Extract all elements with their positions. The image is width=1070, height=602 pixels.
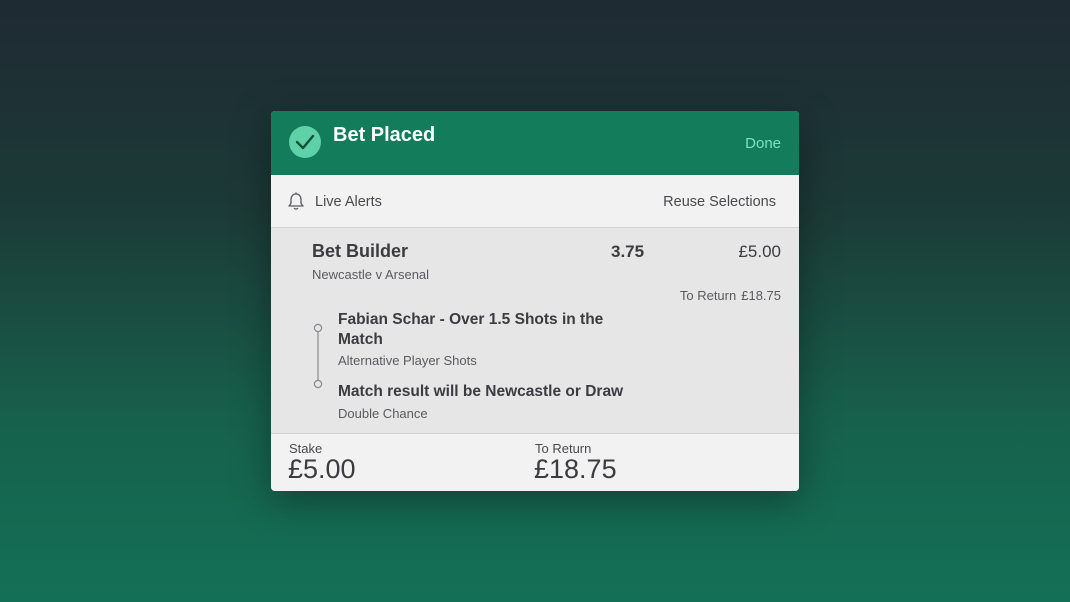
reuse-selections-button[interactable]: Reuse Selections (663, 194, 776, 210)
selection-timeline (313, 323, 323, 389)
live-alerts-button[interactable]: Live Alerts (315, 194, 382, 210)
stake-value: £5.00 (288, 454, 356, 484)
bet-odds: 3.75 (611, 242, 645, 261)
selection-name: Match result will be Newcastle or Draw (338, 383, 624, 400)
bet-type-title: Bet Builder (312, 241, 409, 261)
receipt-footer: Stake £5.00 To Return £18.75 (271, 433, 799, 491)
check-circle-icon (289, 126, 321, 158)
bet-details: Bet Builder 3.75 £5.00 Newcastle v Arsen… (271, 228, 799, 433)
selection-name: Fabian Schar - Over 1.5 Shots in the Mat… (338, 311, 604, 348)
bet-stake: £5.00 (738, 242, 781, 261)
bet-match-name: Newcastle v Arsenal (312, 267, 430, 282)
selection-market: Alternative Player Shots (338, 353, 477, 368)
selection-market: Double Chance (338, 406, 428, 421)
bell-icon[interactable] (287, 192, 305, 216)
bet-receipt-dialog: Bet Placed Done Live Alerts Reuse Select… (271, 111, 799, 491)
bet-to-return: To Return £18.75 (680, 288, 781, 303)
done-button[interactable]: Done (745, 135, 781, 152)
alerts-bar: Live Alerts Reuse Selections (271, 175, 799, 228)
bet-to-return-value: £18.75 (741, 288, 781, 303)
dialog-header: Bet Placed Done (271, 111, 799, 175)
to-return-value: £18.75 (534, 454, 617, 484)
bet-to-return-label: To Return (679, 288, 737, 303)
dialog-title: Bet Placed (333, 124, 436, 146)
